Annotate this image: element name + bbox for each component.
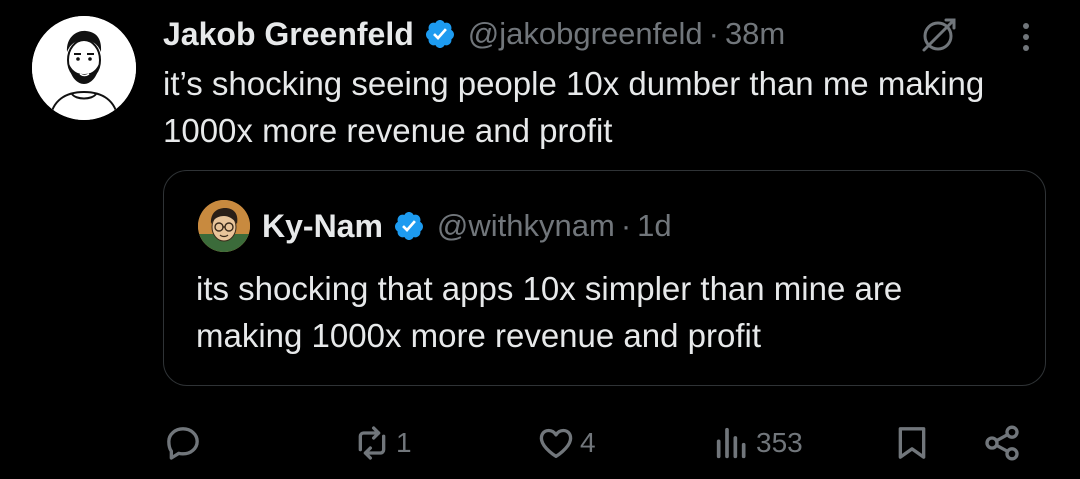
views-count: 353 [756,427,803,458]
quoted-tweet-time[interactable]: 1d [637,208,671,244]
quoted-tweet[interactable]: Ky-Nam @withkynam · 1d its shocking that… [163,170,1046,386]
retweet-icon [358,426,386,460]
like-button[interactable]: 4 [536,418,596,468]
quoted-tweet-header: Ky-Nam @withkynam · 1d [198,199,672,253]
reply-button[interactable] [163,418,207,468]
reply-icon [167,427,199,460]
tweet-text: it’s shocking seeing people 10x dumber t… [163,65,985,149]
verified-badge-icon[interactable] [424,18,456,50]
quoted-author-handle[interactable]: @withkynam [437,208,615,244]
separator-dot: · [708,16,719,51]
like-count: 4 [580,427,596,458]
separator-dot: · [620,208,632,243]
author-handle[interactable]: @jakobgreenfeld [468,16,703,52]
views-icon [716,427,746,459]
views-button[interactable]: 353 [712,418,803,468]
like-icon [539,428,573,458]
author-avatar[interactable] [32,16,136,120]
retweet-count: 1 [396,427,412,458]
bookmark-icon [898,427,926,459]
quoted-author-name[interactable]: Ky-Nam [262,208,383,245]
retweet-button[interactable]: 1 [352,418,412,468]
grok-icon[interactable] [916,14,960,58]
share-icon [985,425,1019,461]
share-button[interactable] [982,418,1022,468]
quoted-author-avatar[interactable] [198,200,250,252]
verified-badge-icon[interactable] [393,210,425,242]
more-icon[interactable] [1004,14,1048,58]
quoted-tweet-text: its shocking that apps 10x simpler than … [196,270,903,354]
bookmark-button[interactable] [892,418,932,468]
tweet-header: Jakob Greenfeld @jakobgreenfeld · 38m [163,12,785,56]
action-bar: 1 4 353 [0,418,1080,468]
tweet-time[interactable]: 38m [725,16,785,52]
author-name[interactable]: Jakob Greenfeld [163,16,414,53]
